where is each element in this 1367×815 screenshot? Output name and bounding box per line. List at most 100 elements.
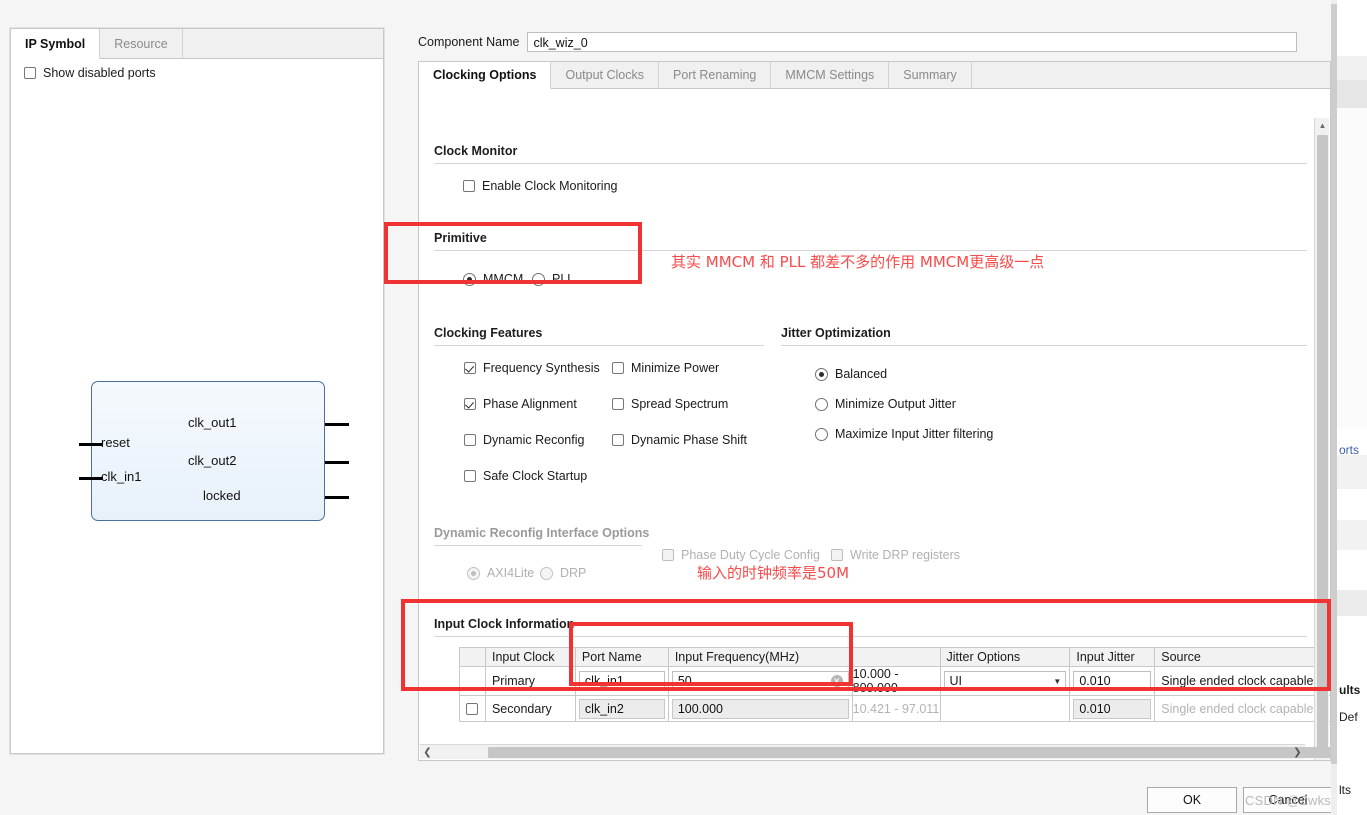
tab-port-renaming[interactable]: Port Renaming bbox=[659, 62, 772, 88]
vertical-scrollbar-thumb[interactable] bbox=[1317, 135, 1328, 755]
primitive-mmcm-radio[interactable] bbox=[463, 272, 476, 286]
secondary-enable-checkbox[interactable] bbox=[466, 703, 479, 716]
peek-band-6 bbox=[1337, 520, 1367, 550]
phase-duty-cycle-config-checkbox bbox=[662, 549, 674, 561]
spread-spectrum-checkbox[interactable] bbox=[612, 398, 624, 410]
row-secondary-range: 10.421 - 97.011 bbox=[851, 695, 941, 722]
row-primary-input-jitter-cell: 0.010 bbox=[1069, 666, 1156, 696]
row-primary-range: 10.000 - 800.000 bbox=[851, 666, 941, 696]
secondary-input-jitter-value: 0.010 bbox=[1079, 701, 1111, 716]
axi4lite-row: AXI4Lite bbox=[467, 566, 534, 580]
content-horizontal-scrollbar[interactable]: ❮ ❯ bbox=[420, 744, 1330, 760]
clock-monitor-rule bbox=[434, 163, 1307, 164]
safe-clock-startup-label: Safe Clock Startup bbox=[483, 469, 588, 483]
ok-button[interactable]: OK bbox=[1147, 787, 1237, 813]
dynamic-reconfig-row[interactable]: Dynamic Reconfig bbox=[464, 433, 584, 447]
show-disabled-ports-checkbox[interactable] bbox=[24, 67, 36, 79]
primary-jitter-options-value: UI bbox=[949, 674, 963, 688]
secondary-input-frequency-value: 100.000 bbox=[677, 701, 724, 716]
dynamic-phase-shift-checkbox[interactable] bbox=[612, 434, 624, 446]
input-clock-table: Input Clock Port Name Input Frequency(MH… bbox=[459, 647, 1330, 722]
scroll-right-icon[interactable]: ❯ bbox=[1290, 745, 1305, 760]
row-primary-jitter-options-cell: UI ▼ bbox=[939, 666, 1071, 696]
port-label-clk-in1: clk_in1 bbox=[101, 469, 142, 484]
jitter-balanced-radio[interactable] bbox=[815, 367, 828, 381]
tab-mmcm-settings[interactable]: MMCM Settings bbox=[771, 62, 890, 88]
tab-ip-symbol[interactable]: IP Symbol bbox=[11, 29, 101, 59]
show-disabled-ports-row[interactable]: Show disabled ports bbox=[24, 66, 156, 80]
spread-spectrum-row[interactable]: Spread Spectrum bbox=[612, 397, 728, 411]
scroll-up-icon[interactable]: ▲ bbox=[1315, 118, 1330, 133]
clocking-features-title: Clocking Features bbox=[434, 326, 543, 340]
tab-summary-label: Summary bbox=[903, 68, 957, 82]
main-tabstrip-filler bbox=[972, 62, 1330, 88]
tab-output-clocks-label: Output Clocks bbox=[565, 68, 644, 82]
col-input-frequency: Input Frequency(MHz) bbox=[667, 647, 853, 667]
primitive-pll-radio[interactable] bbox=[532, 272, 545, 286]
peek-text-ports: orts bbox=[1339, 443, 1360, 457]
table-row: Primary clk_in1 50 ✕ 10.000 - 800.000 UI… bbox=[459, 666, 1330, 696]
clocking-features-rule bbox=[434, 345, 764, 346]
primary-jitter-options-select[interactable]: UI ▼ bbox=[943, 671, 1067, 691]
row-primary-source: Single ended clock capable p bbox=[1154, 666, 1330, 696]
annotation-text-input-frequency: 输入的时钟频率是50M bbox=[697, 564, 850, 582]
primitive-pll-option[interactable]: PLL bbox=[532, 272, 574, 286]
secondary-port-name-value: clk_in2 bbox=[584, 701, 624, 716]
primitive-mmcm-option[interactable]: MMCM bbox=[463, 272, 523, 286]
row-secondary-input-clock: Secondary bbox=[484, 695, 576, 722]
input-clock-table-header-row: Input Clock Port Name Input Frequency(MH… bbox=[459, 647, 1330, 667]
primary-input-frequency-value: 50 bbox=[677, 674, 692, 688]
primary-input-jitter-input[interactable]: 0.010 bbox=[1073, 671, 1152, 691]
jitter-minimize-output-radio[interactable] bbox=[815, 397, 828, 411]
jitter-balanced-row[interactable]: Balanced bbox=[815, 367, 887, 381]
frequency-synthesis-checkbox[interactable] bbox=[464, 362, 476, 374]
row-secondary-port-name-cell: clk_in2 bbox=[574, 695, 669, 722]
port-label-reset: reset bbox=[101, 435, 130, 450]
tab-clocking-options[interactable]: Clocking Options bbox=[419, 62, 552, 89]
minimize-power-checkbox[interactable] bbox=[612, 362, 624, 374]
col-port-name: Port Name bbox=[574, 647, 669, 667]
safe-clock-startup-row[interactable]: Safe Clock Startup bbox=[464, 469, 587, 483]
jitter-minimize-output-label: Minimize Output Jitter bbox=[835, 397, 956, 411]
enable-clock-monitoring-row[interactable]: Enable Clock Monitoring bbox=[463, 179, 618, 193]
minimize-power-row[interactable]: Minimize Power bbox=[612, 361, 719, 375]
dynamic-phase-shift-row[interactable]: Dynamic Phase Shift bbox=[612, 433, 747, 447]
tab-resource[interactable]: Resource bbox=[100, 29, 183, 58]
row-secondary-select-cell[interactable] bbox=[459, 695, 486, 722]
primary-port-name-input[interactable]: clk_in1 bbox=[578, 671, 665, 691]
col-source: Source bbox=[1154, 647, 1330, 667]
dynamic-reconfig-label: Dynamic Reconfig bbox=[483, 433, 585, 447]
jitter-maximize-input-radio[interactable] bbox=[815, 427, 828, 441]
tab-summary[interactable]: Summary bbox=[889, 62, 972, 88]
component-name-label: Component Name bbox=[418, 35, 520, 49]
peek-band-7 bbox=[1337, 590, 1367, 616]
chevron-down-icon: ▼ bbox=[1053, 676, 1062, 686]
jitter-minimize-output-row[interactable]: Minimize Output Jitter bbox=[815, 397, 956, 411]
clocking-options-content: Clock Monitor Enable Clock Monitoring Pr… bbox=[418, 89, 1331, 761]
pin-clk-out2-wire bbox=[325, 461, 349, 464]
primary-input-frequency-input[interactable]: 50 ✕ bbox=[671, 671, 849, 691]
left-panel-tabstrip: IP Symbol Resource bbox=[11, 29, 383, 59]
pin-locked-wire bbox=[325, 496, 349, 499]
clear-icon[interactable]: ✕ bbox=[830, 675, 843, 687]
jitter-maximize-input-row[interactable]: Maximize Input Jitter filtering bbox=[815, 427, 993, 441]
axi4lite-radio bbox=[467, 566, 480, 580]
scroll-left-icon[interactable]: ❮ bbox=[420, 745, 435, 760]
phase-alignment-label: Phase Alignment bbox=[483, 397, 577, 411]
annotation-text-primitive: 其实 MMCM 和 PLL 都差不多的作用 MMCM更高级一点 bbox=[671, 253, 1045, 271]
phase-alignment-row[interactable]: Phase Alignment bbox=[464, 397, 577, 411]
input-clock-information-title: Input Clock Information bbox=[434, 617, 575, 631]
secondary-port-name-input: clk_in2 bbox=[578, 698, 665, 719]
dynamic-reconfig-checkbox[interactable] bbox=[464, 434, 476, 446]
horizontal-scrollbar-thumb[interactable] bbox=[488, 747, 1330, 758]
frequency-synthesis-row[interactable]: Frequency Synthesis bbox=[464, 361, 600, 375]
axi4lite-label: AXI4Lite bbox=[487, 566, 535, 580]
pin-clk-out1-wire bbox=[325, 423, 349, 426]
component-name-input[interactable]: clk_wiz_0 bbox=[527, 32, 1298, 52]
content-vertical-scrollbar[interactable]: ▲ ▼ bbox=[1314, 118, 1330, 760]
tab-output-clocks[interactable]: Output Clocks bbox=[551, 62, 659, 88]
enable-clock-monitoring-checkbox[interactable] bbox=[463, 180, 475, 192]
phase-alignment-checkbox[interactable] bbox=[464, 398, 476, 410]
safe-clock-startup-checkbox[interactable] bbox=[464, 470, 476, 482]
tab-resource-label: Resource bbox=[114, 36, 168, 51]
